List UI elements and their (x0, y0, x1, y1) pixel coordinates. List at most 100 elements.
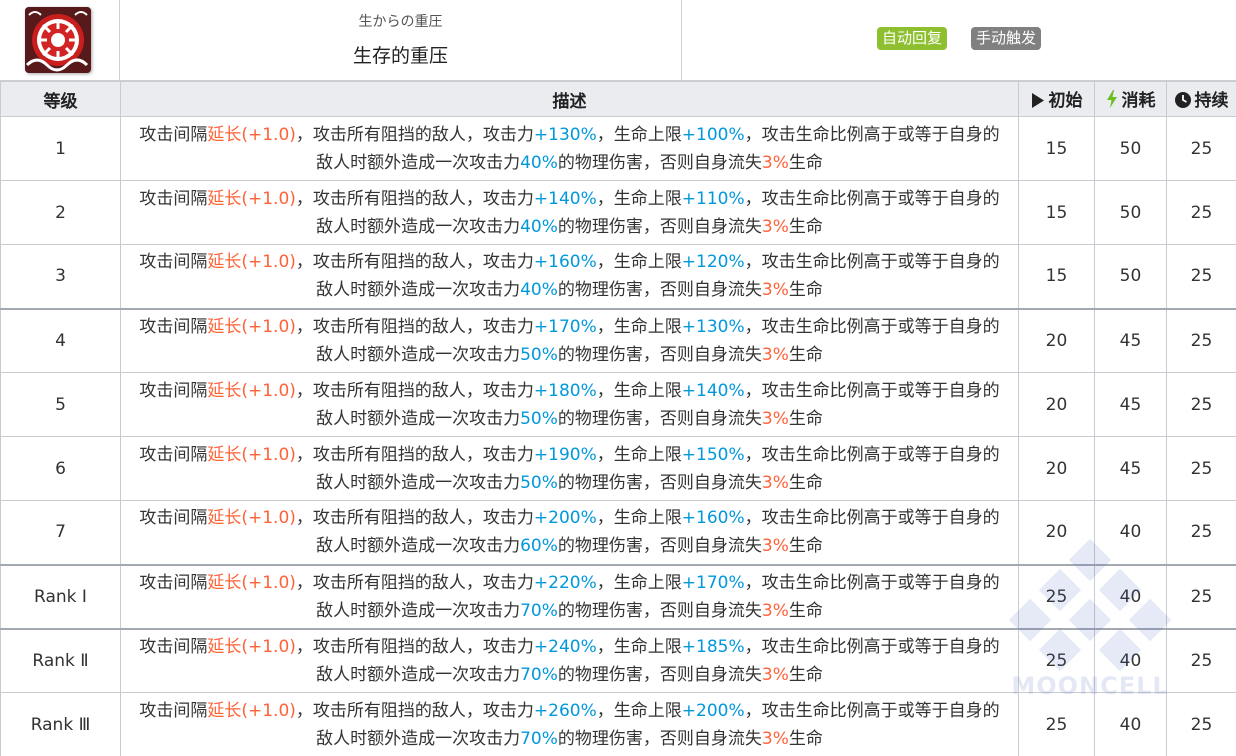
desc-text: 生命 (788, 280, 823, 301)
duration-cell: 25 (1166, 180, 1236, 245)
header-duration: 持续 (1166, 81, 1236, 117)
desc-text: 的物理伤害，否则自身流失 (557, 280, 762, 301)
description-cell: 攻击间隔延长(+1.0)，攻击所有阻挡的敌人，攻击力+240%，生命上限+185… (120, 627, 1019, 693)
desc-extra-value: 70% (520, 664, 558, 685)
desc-text: 生命 (788, 600, 823, 621)
skill-header: 生からの重圧 生存的重压 自动回复 手动触发 (0, 0, 1236, 81)
initial-cell: 15 (1018, 244, 1095, 309)
desc-text: ，攻击所有阻挡的敌人，攻击力 (295, 188, 534, 209)
initial-cell: 20 (1018, 436, 1095, 501)
desc-text: 的物理伤害，否则自身流失 (557, 600, 762, 621)
desc-text: ，生命上限 (596, 636, 682, 657)
description-cell: 攻击间隔延长(+1.0)，攻击所有阻挡的敌人，攻击力+140%，生命上限+110… (120, 180, 1019, 245)
desc-hp-value: +100% (681, 124, 745, 145)
level-cell: 1 (0, 116, 121, 181)
cost-cell: 40 (1094, 563, 1167, 629)
cost-cell: 40 (1094, 627, 1167, 693)
desc-text: ，攻击所有阻挡的敌人，攻击力 (295, 636, 534, 657)
desc-text: ，生命上限 (596, 124, 682, 145)
header-description: 描述 (120, 81, 1019, 117)
desc-extra-value: 40% (520, 280, 558, 301)
initial-cell: 25 (1018, 563, 1095, 629)
desc-text: 生命 (788, 152, 823, 173)
desc-extra-value: 50% (520, 472, 558, 493)
level-cell: 2 (0, 180, 121, 245)
desc-text: 的物理伤害，否则自身流失 (557, 344, 762, 365)
desc-text: ，攻击所有阻挡的敌人，攻击力 (295, 508, 534, 529)
initial-cell: 15 (1018, 180, 1095, 245)
description-cell: 攻击间隔延长(+1.0)，攻击所有阻挡的敌人，攻击力+190%，生命上限+150… (120, 436, 1019, 501)
play-icon (1031, 92, 1045, 113)
duration-cell: 25 (1166, 307, 1236, 373)
desc-hp-value: +110% (681, 188, 745, 209)
desc-text: 的物理伤害，否则自身流失 (557, 472, 762, 493)
table-row: 7 攻击间隔延长(+1.0)，攻击所有阻挡的敌人，攻击力+200%，生命上限+16… (0, 500, 1236, 565)
desc-extra-value: 50% (520, 344, 558, 365)
clock-icon (1174, 91, 1191, 113)
desc-hp-loss: 3% (761, 216, 789, 237)
desc-text: 生命 (788, 536, 823, 557)
table-row: Rank Ⅱ 攻击间隔延长(+1.0)，攻击所有阻挡的敌人，攻击力+240%，生命… (0, 627, 1236, 693)
initial-cell: 20 (1018, 307, 1095, 373)
desc-hp-value: +120% (681, 252, 745, 273)
desc-atk-value: +140% (533, 188, 597, 209)
cost-cell: 45 (1094, 372, 1167, 437)
description-cell: 攻击间隔延长(+1.0)，攻击所有阻挡的敌人，攻击力+160%，生命上限+120… (120, 244, 1019, 309)
level-cell: Rank Ⅲ (0, 692, 121, 756)
lightning-icon (1106, 89, 1118, 113)
level-cell: 7 (0, 500, 121, 565)
cost-cell: 40 (1094, 692, 1167, 756)
desc-text: 的物理伤害，否则自身流失 (557, 216, 762, 237)
desc-text: 攻击间隔 (139, 508, 208, 529)
description-cell: 攻击间隔延长(+1.0)，攻击所有阻挡的敌人，攻击力+220%，生命上限+170… (120, 563, 1019, 629)
initial-cell: 15 (1018, 116, 1095, 181)
desc-interval: 延长(+1.0) (207, 188, 296, 209)
desc-text: 的物理伤害，否则自身流失 (557, 536, 762, 557)
skill-name-jp: 生からの重圧 (358, 14, 443, 30)
desc-atk-value: +170% (533, 316, 597, 337)
desc-interval: 延长(+1.0) (207, 636, 296, 657)
desc-text: ，攻击所有阻挡的敌人，攻击力 (295, 316, 534, 337)
tag-auto-recovery: 自动回复 (877, 27, 948, 50)
desc-text: 攻击间隔 (139, 636, 208, 657)
desc-extra-value: 40% (520, 216, 558, 237)
desc-text: ，攻击所有阻挡的敌人，攻击力 (295, 572, 534, 593)
table-row: Rank Ⅰ 攻击间隔延长(+1.0)，攻击所有阻挡的敌人，攻击力+220%，生命… (0, 563, 1236, 629)
desc-text: ，生命上限 (596, 380, 682, 401)
desc-text: ，攻击所有阻挡的敌人，攻击力 (295, 700, 534, 721)
desc-text: 生命 (788, 472, 823, 493)
initial-cell: 20 (1018, 372, 1095, 437)
table-header-row: 等级 描述 初始 消耗 持续 (0, 81, 1236, 117)
table-row: 3 攻击间隔延长(+1.0)，攻击所有阻挡的敌人，攻击力+160%，生命上限+12… (0, 244, 1236, 309)
description-cell: 攻击间隔延长(+1.0)，攻击所有阻挡的敌人，攻击力+200%，生命上限+160… (120, 500, 1019, 565)
duration-cell: 25 (1166, 436, 1236, 501)
desc-hp-loss: 3% (761, 408, 789, 429)
desc-hp-value: +150% (681, 444, 745, 465)
desc-interval: 延长(+1.0) (207, 124, 296, 145)
desc-text: ，生命上限 (596, 700, 682, 721)
duration-cell: 25 (1166, 116, 1236, 181)
description-cell: 攻击间隔延长(+1.0)，攻击所有阻挡的敌人，攻击力+170%，生命上限+130… (120, 307, 1019, 373)
desc-hp-value: +170% (681, 572, 745, 593)
level-cell: 5 (0, 372, 121, 437)
desc-text: 攻击间隔 (139, 188, 208, 209)
cost-cell: 50 (1094, 116, 1167, 181)
skill-tags-cell: 自动回复 手动触发 (682, 0, 1236, 80)
desc-text: 攻击间隔 (139, 380, 208, 401)
desc-hp-loss: 3% (761, 664, 789, 685)
tag-manual-trigger: 手动触发 (971, 27, 1042, 50)
header-initial-label: 初始 (1048, 90, 1083, 111)
initial-cell: 20 (1018, 500, 1095, 565)
desc-text: 生命 (788, 408, 823, 429)
header-duration-label: 持续 (1194, 90, 1229, 111)
skill-icon (25, 7, 91, 73)
desc-atk-value: +160% (533, 252, 597, 273)
desc-hp-loss: 3% (761, 344, 789, 365)
desc-interval: 延长(+1.0) (207, 700, 296, 721)
desc-extra-value: 40% (520, 152, 558, 173)
desc-hp-value: +200% (681, 700, 745, 721)
desc-atk-value: +190% (533, 444, 597, 465)
desc-text: ，攻击所有阻挡的敌人，攻击力 (295, 124, 534, 145)
desc-text: 生命 (788, 344, 823, 365)
level-cell: 6 (0, 436, 121, 501)
